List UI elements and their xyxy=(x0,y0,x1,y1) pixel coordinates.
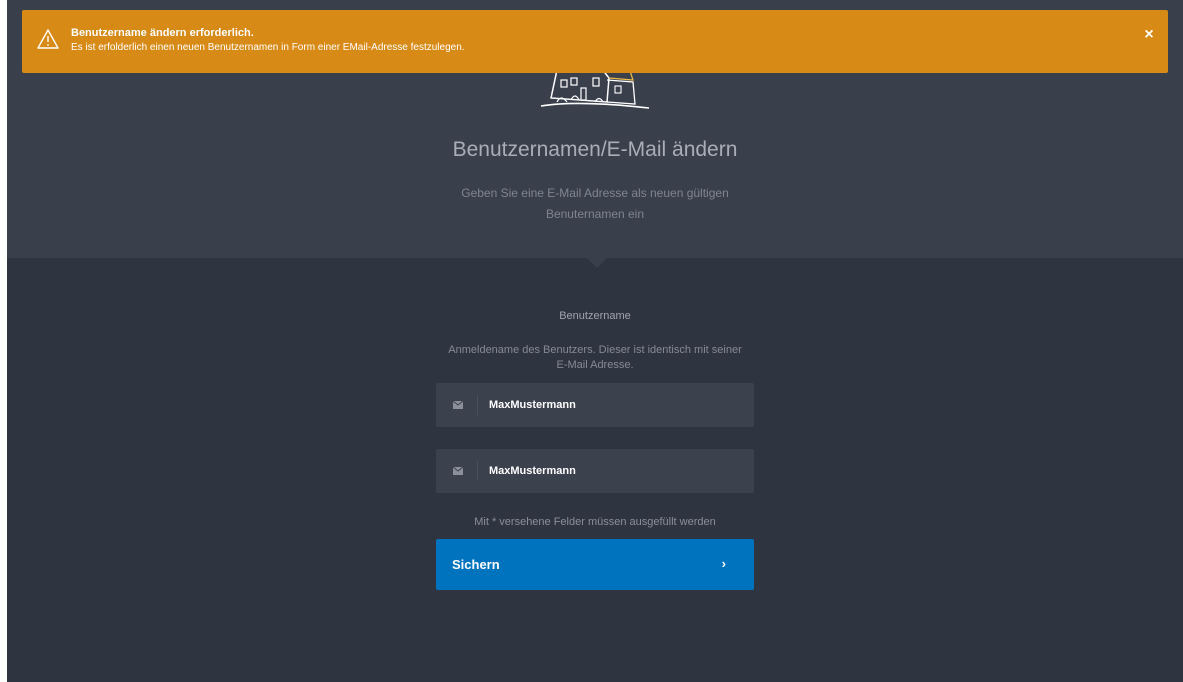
save-button-label: Sichern xyxy=(452,557,500,572)
required-note: Mit * versehene Felder müssen ausgefüllt… xyxy=(474,516,716,528)
warning-icon xyxy=(37,29,59,49)
username-confirm-field[interactable] xyxy=(436,449,754,493)
username-label: Benutzername xyxy=(559,310,631,322)
username-confirm-input[interactable] xyxy=(489,449,744,493)
input-divider xyxy=(477,395,478,415)
username-help: Anmeldename des Benutzers. Dieser ist id… xyxy=(448,344,742,371)
mail-icon xyxy=(453,467,463,475)
page-subtitle: Geben Sie eine E-Mail Adresse als neuen … xyxy=(461,186,729,221)
save-button[interactable]: Sichern › xyxy=(436,539,754,590)
close-icon[interactable]: × xyxy=(1140,26,1158,44)
app-viewport: Benutzernamen/E-Mail ändern Geben Sie ei… xyxy=(7,0,1183,682)
input-divider xyxy=(477,461,478,481)
alert-title: Benutzername ändern erforderlich. xyxy=(71,27,254,39)
chevron-right-icon: › xyxy=(721,556,726,571)
mail-icon xyxy=(453,401,463,409)
username-input[interactable] xyxy=(489,383,744,427)
alert-message: Es ist erfolderlich einen neuen Benutzer… xyxy=(71,42,465,53)
warning-alert: Benutzername ändern erforderlich. Es ist… xyxy=(22,10,1168,73)
header-notch xyxy=(587,258,607,268)
username-field[interactable] xyxy=(436,383,754,427)
page-title: Benutzernamen/E-Mail ändern xyxy=(452,138,738,161)
